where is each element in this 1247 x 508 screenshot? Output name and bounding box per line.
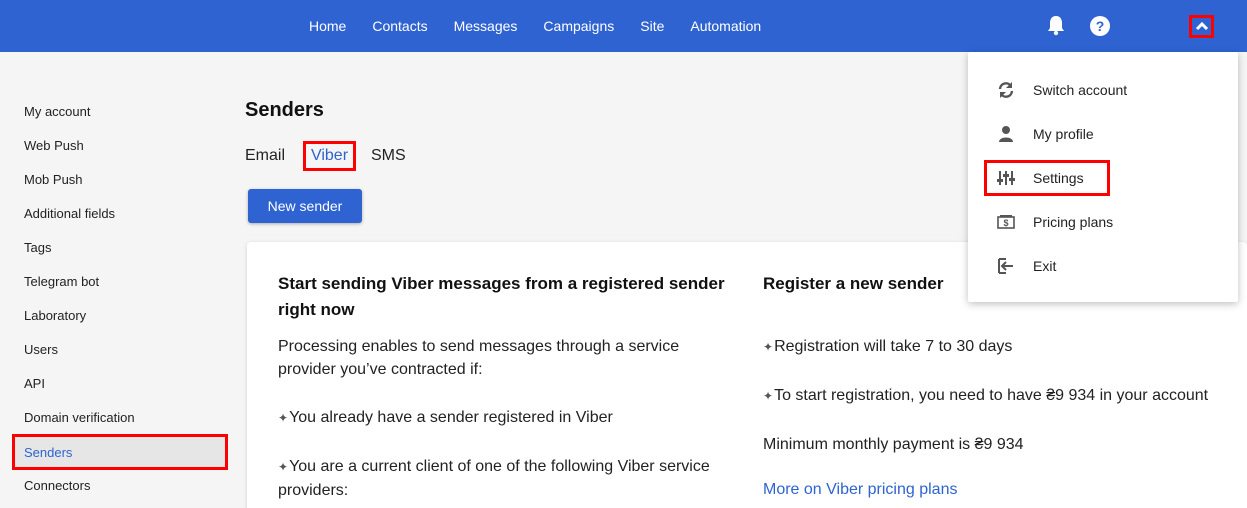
bell-icon[interactable] bbox=[1046, 14, 1066, 36]
nav-messages[interactable]: Messages bbox=[454, 18, 518, 34]
sparkle-icon: ✦ bbox=[763, 340, 774, 354]
sidebar-item-additional-fields[interactable]: Additional fields bbox=[12, 196, 228, 230]
sparkle-icon: ✦ bbox=[763, 389, 774, 403]
sidebar-item-users[interactable]: Users bbox=[12, 332, 228, 366]
nav-automation[interactable]: Automation bbox=[690, 18, 761, 34]
person-icon bbox=[996, 124, 1016, 144]
processing-intro: Processing enables to send messages thro… bbox=[278, 338, 680, 378]
chevron-up-icon bbox=[1195, 18, 1209, 36]
list-item: ✦Registration will take 7 to 30 days bbox=[763, 338, 1013, 355]
page-title: Senders bbox=[245, 99, 324, 121]
sidebar-item-web-push[interactable]: Web Push bbox=[12, 128, 228, 162]
help-icon[interactable]: ? bbox=[1089, 15, 1111, 37]
main-nav: Home Contacts Messages Campaigns Site Au… bbox=[296, 0, 774, 52]
list-item: ✦You already have a sender registered in… bbox=[278, 409, 613, 426]
sidebar-item-api[interactable]: API bbox=[12, 366, 228, 400]
menu-item-label: Exit bbox=[1033, 258, 1057, 274]
svg-text:$: $ bbox=[1003, 218, 1008, 228]
nav-contacts[interactable]: Contacts bbox=[372, 18, 427, 34]
sparkle-icon: ✦ bbox=[278, 411, 289, 425]
list-item: ✦You are a current client of one of the … bbox=[278, 458, 710, 499]
nav-campaigns[interactable]: Campaigns bbox=[543, 18, 614, 34]
tab-viber[interactable]: Viber bbox=[303, 141, 356, 171]
menu-item-my-profile[interactable]: My profile bbox=[968, 114, 1238, 154]
menu-item-switch-account[interactable]: Switch account bbox=[968, 70, 1238, 110]
sidebar-item-mob-push[interactable]: Mob Push bbox=[12, 162, 228, 196]
menu-item-pricing-plans[interactable]: $ Pricing plans bbox=[968, 202, 1238, 242]
money-icon: $ bbox=[996, 212, 1016, 232]
tab-sms[interactable]: SMS bbox=[371, 141, 406, 171]
nav-home[interactable]: Home bbox=[309, 18, 346, 34]
refresh-icon bbox=[996, 80, 1016, 100]
exit-icon bbox=[996, 256, 1016, 276]
tab-email[interactable]: Email bbox=[245, 141, 285, 171]
menu-item-label: Pricing plans bbox=[1033, 214, 1114, 230]
account-dropdown-menu: Switch account My profile Settings $ Pri… bbox=[968, 52, 1238, 302]
account-menu-toggle[interactable] bbox=[1189, 15, 1214, 38]
sidebar-item-tags[interactable]: Tags bbox=[12, 230, 228, 264]
top-bar: Home Contacts Messages Campaigns Site Au… bbox=[0, 0, 1247, 52]
list-item: ✦To start registration, you need to have… bbox=[763, 387, 1209, 404]
sidebar-item-connectors[interactable]: Connectors bbox=[12, 468, 228, 502]
menu-item-label: Switch account bbox=[1033, 82, 1128, 98]
menu-item-label: My profile bbox=[1033, 126, 1094, 142]
register-sender-section: Register a new sender ✦Registration will… bbox=[763, 271, 1233, 499]
sidebar-item-my-account[interactable]: My account bbox=[12, 94, 228, 128]
menu-item-exit[interactable]: Exit bbox=[968, 246, 1238, 286]
sidebar-item-laboratory[interactable]: Laboratory bbox=[12, 298, 228, 332]
menu-item-settings[interactable]: Settings bbox=[968, 158, 1238, 198]
viber-pricing-link[interactable]: More on Viber pricing plans bbox=[763, 481, 1233, 499]
sidebar-item-telegram-bot[interactable]: Telegram bot bbox=[12, 264, 228, 298]
sliders-icon bbox=[996, 168, 1016, 188]
sidebar-item-senders[interactable]: Senders bbox=[12, 434, 228, 470]
sidebar-item-domain-verification[interactable]: Domain verification bbox=[12, 400, 228, 434]
existing-sender-section: Start sending Viber messages from a regi… bbox=[278, 271, 728, 502]
svg-text:?: ? bbox=[1096, 18, 1105, 34]
new-sender-button[interactable]: New sender bbox=[248, 189, 362, 223]
minimum-payment-text: Minimum monthly payment is ₴9 934 bbox=[763, 436, 1024, 453]
sparkle-icon: ✦ bbox=[278, 460, 289, 474]
menu-item-label: Settings bbox=[1033, 170, 1084, 186]
existing-sender-heading: Start sending Viber messages from a regi… bbox=[278, 274, 725, 319]
nav-site[interactable]: Site bbox=[640, 18, 664, 34]
